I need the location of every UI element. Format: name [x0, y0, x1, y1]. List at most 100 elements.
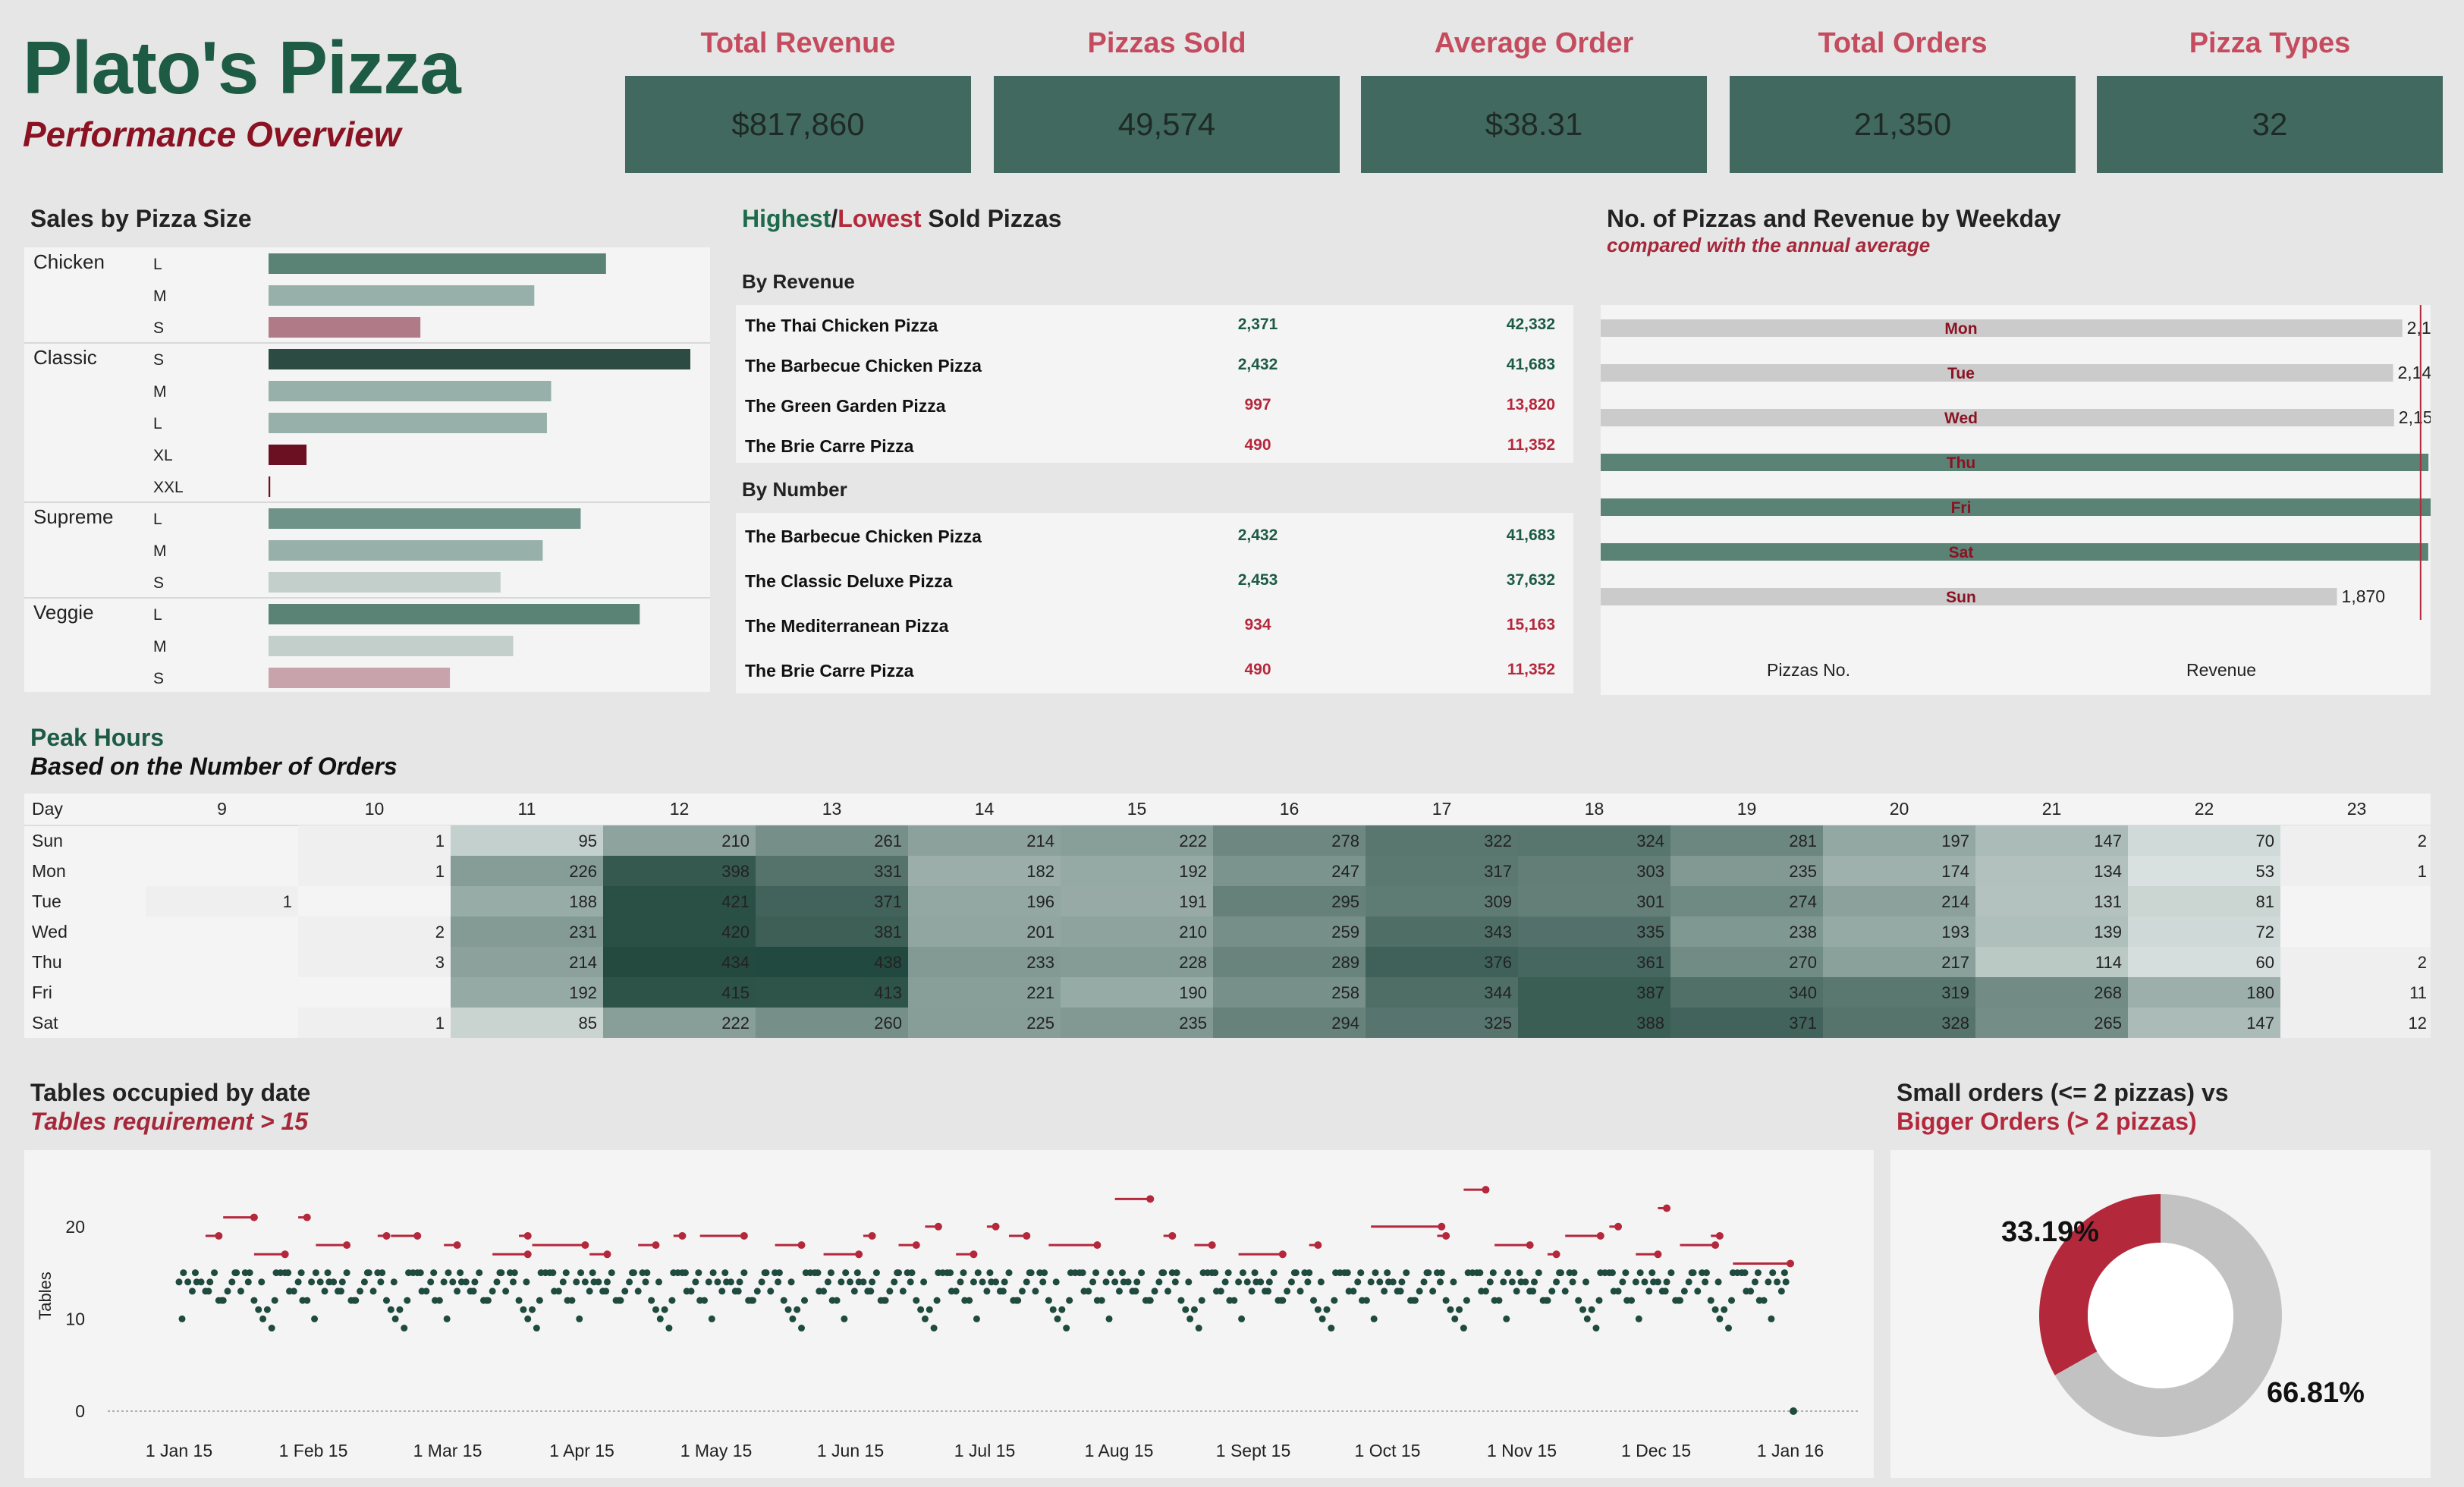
table-point [626, 1278, 633, 1286]
table-point [1529, 1287, 1537, 1295]
table-point [1476, 1269, 1484, 1277]
heatmap-value: 270 [1789, 953, 1817, 972]
table-point [1583, 1315, 1591, 1322]
donut-section-title: Small orders (<= 2 pizzas) vs [1897, 1079, 2229, 1106]
x-tick: 1 Dec 15 [1621, 1441, 1691, 1460]
table-point [595, 1278, 602, 1286]
heatmap-value: 70 [2256, 832, 2274, 850]
pizza-name: The Barbecue Chicken Pizza [745, 356, 982, 376]
heatmap-value: 182 [1026, 862, 1054, 881]
pizza-name: The Green Garden Pizza [745, 396, 946, 416]
overflow-point [281, 1250, 289, 1259]
table-point [383, 1297, 391, 1304]
table-point [973, 1315, 980, 1322]
category-label: Classic [33, 346, 97, 369]
table-point [753, 1287, 761, 1295]
table-point [1118, 1269, 1126, 1277]
heatmap-value: 214 [1941, 892, 1969, 911]
table-point [838, 1278, 845, 1286]
table-point [718, 1287, 726, 1295]
highlow-title-sep: / [831, 205, 838, 232]
table-point [767, 1287, 775, 1295]
hour-label: 10 [365, 799, 385, 819]
table-point [1001, 1278, 1008, 1286]
highlow-panel: By Revenue The Thai Chicken Pizza 2,371 42,… [736, 258, 1573, 695]
size-label: M [153, 638, 167, 655]
table-point [1190, 1306, 1198, 1313]
x-tick: 1 Aug 15 [1085, 1441, 1154, 1460]
heatmap-cell [2280, 856, 2433, 886]
table-point [1716, 1315, 1724, 1322]
table-point [784, 1306, 792, 1313]
table-point [1654, 1278, 1661, 1286]
heatmap-value: 438 [874, 953, 902, 972]
table-point [801, 1297, 809, 1304]
highlow-title-rest: Sold Pizzas [921, 205, 1062, 232]
overflow-point [453, 1241, 461, 1250]
table-point [1372, 1269, 1379, 1277]
table-point [1774, 1278, 1781, 1286]
overflow-point [1208, 1241, 1216, 1250]
heatmap-value: 376 [1484, 953, 1512, 972]
table-point [853, 1269, 861, 1277]
overflow-point [1314, 1241, 1322, 1250]
table-point [692, 1278, 699, 1286]
table-row: The Barbecue Chicken Pizza 2,432 41,683 [736, 527, 1573, 557]
table-point [1284, 1287, 1291, 1295]
table-point [891, 1278, 898, 1286]
overflow-point [1614, 1222, 1623, 1231]
table-point [1570, 1269, 1578, 1277]
table-point [1054, 1315, 1061, 1322]
table-point [814, 1269, 822, 1277]
table-point [449, 1278, 457, 1286]
overflow-point [1093, 1241, 1102, 1250]
table-point [921, 1315, 929, 1322]
table-point [643, 1269, 651, 1277]
table-point [244, 1278, 252, 1286]
heatmap-value: 413 [874, 983, 902, 1002]
table-point [762, 1269, 770, 1277]
table-row: The Brie Carre Pizza 490 11,352 [736, 436, 1573, 467]
table-point [1592, 1325, 1600, 1332]
donut-hole [2088, 1243, 2233, 1388]
table-point [259, 1315, 267, 1322]
table-point [457, 1269, 464, 1277]
heatmap-value: 398 [721, 862, 750, 881]
table-point [930, 1325, 938, 1332]
table-point [338, 1278, 346, 1286]
table-point [1323, 1306, 1331, 1313]
table-point [867, 1287, 875, 1295]
table-point [324, 1269, 332, 1277]
weekday-panel: 1352,195Mon1332,149Tue1342,154Wed1442,32… [1252, 305, 2464, 695]
table-point [1721, 1306, 1728, 1313]
heatmap-value: 225 [1026, 1014, 1054, 1033]
table-point [1317, 1278, 1325, 1286]
weekday-bar [1375, 543, 2428, 561]
page-title: Plato's Pizza [23, 26, 461, 109]
table-row: The Thai Chicken Pizza 2,371 42,332 [736, 316, 1573, 346]
table-point [1411, 1297, 1419, 1304]
table-point [1115, 1287, 1123, 1295]
table-point [789, 1315, 797, 1322]
heatmap-value: 174 [1941, 862, 1969, 881]
table-point [798, 1325, 806, 1332]
x-tick: 1 Jul 15 [954, 1441, 1016, 1460]
table-point [979, 1278, 986, 1286]
table-point [1661, 1287, 1669, 1295]
heatmap-value: 421 [721, 892, 750, 911]
heatmap-value: 3 [435, 953, 445, 972]
table-point [734, 1287, 742, 1295]
category-label: Veggie [33, 601, 94, 624]
tables-panel: 0 10 20 Tables 1 Jan 15 1 Feb 15 1 Mar 15 1 Apr… [24, 1150, 1874, 1478]
heatmap-value: 381 [874, 923, 902, 942]
heatmap-value: 1 [435, 1014, 445, 1033]
table-point [749, 1297, 756, 1304]
table-point [1023, 1278, 1030, 1286]
table-point [1224, 1269, 1232, 1277]
heatmap-value: 371 [874, 892, 902, 911]
size-label: L [153, 415, 162, 432]
overflow-point [1438, 1222, 1446, 1231]
pizza-name: The Barbecue Chicken Pizza [745, 527, 982, 546]
table-point [833, 1297, 841, 1304]
heatmap-value: 1 [435, 832, 445, 850]
